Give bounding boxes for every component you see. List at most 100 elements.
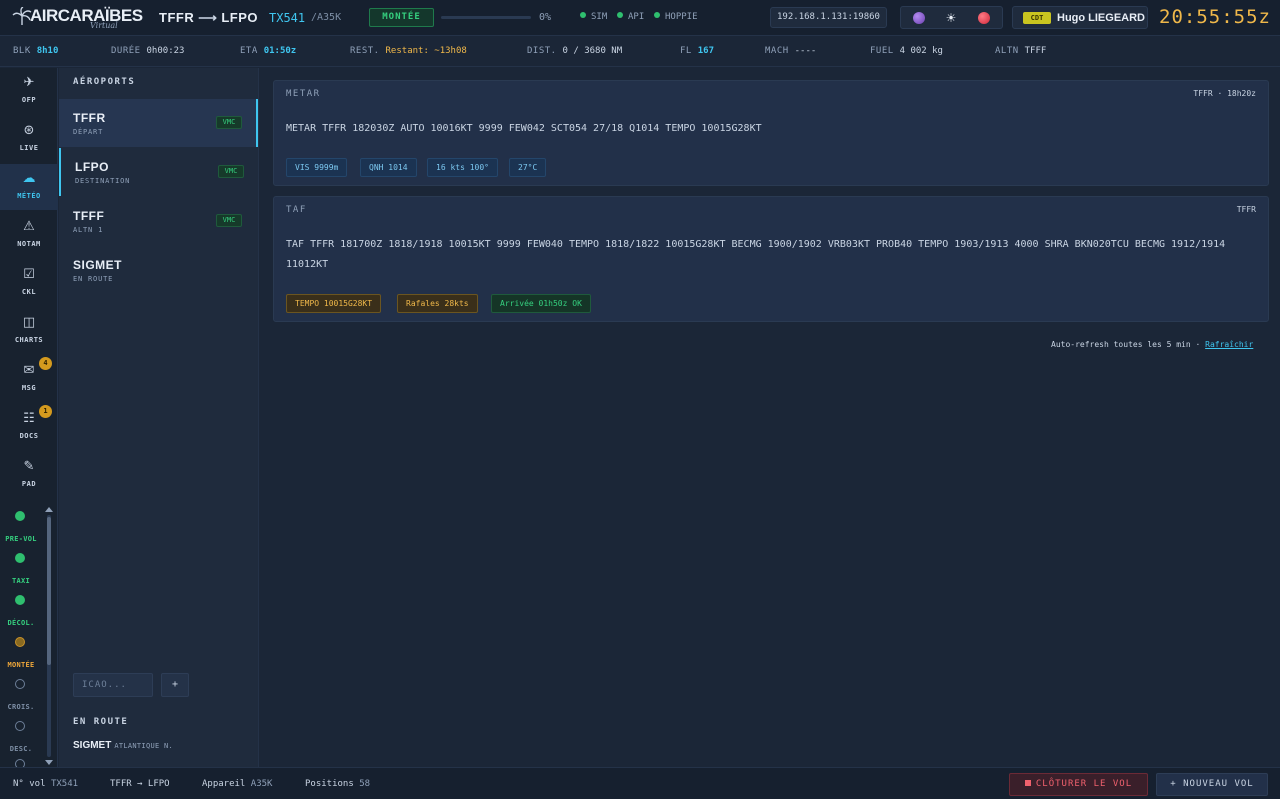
phase-label: TAXI bbox=[11, 577, 31, 585]
nav-meteo[interactable]: ☁ MÉTÉO bbox=[0, 164, 58, 210]
theme-orb-icon[interactable] bbox=[913, 12, 925, 24]
utc-clock: 20:55:55z bbox=[1159, 6, 1271, 28]
fuel-value: 4 002 kg bbox=[899, 46, 943, 56]
nav-messages-label: MSG bbox=[21, 384, 37, 392]
hoppie-status: HOPPIE bbox=[654, 12, 698, 22]
nav-charts[interactable]: ◫ CHARTS bbox=[0, 308, 58, 354]
metar-title: METAR bbox=[286, 89, 321, 99]
airport-code: SIGMET bbox=[73, 258, 123, 272]
brand-tag: Virtual bbox=[90, 21, 118, 30]
timeline-scrollbar[interactable] bbox=[44, 505, 54, 767]
flight-number-value: TX541 bbox=[50, 779, 79, 789]
phase-label: PRE-VOL bbox=[5, 535, 37, 543]
scroll-down-icon[interactable] bbox=[45, 760, 53, 765]
taf-meta: TFFR bbox=[1236, 205, 1256, 214]
main-navigation: ✈ OFP ⊛ LIVE ☁ MÉTÉO ⚠ NOTAM ☑ CKL ◫ CHA… bbox=[0, 68, 58, 767]
api-status-label: API bbox=[628, 12, 645, 22]
phase-dot-icon bbox=[15, 759, 25, 767]
icao-input[interactable] bbox=[73, 673, 153, 697]
airport-item-sigmet[interactable]: SIGMET EN ROUTE bbox=[59, 246, 258, 294]
palm-logo-icon bbox=[12, 7, 32, 25]
nav-charts-label: CHARTS bbox=[14, 336, 44, 344]
brightness-icon[interactable]: ☀ bbox=[945, 12, 957, 24]
blk-label: BLK bbox=[13, 46, 31, 56]
hoppie-status-label: HOPPIE bbox=[665, 12, 698, 22]
enroute-title: EN ROUTE bbox=[73, 717, 129, 727]
nav-docs[interactable]: ☷ 1 DOCS bbox=[0, 404, 58, 450]
fuel: FUEL 4 002 kg bbox=[870, 46, 943, 56]
airport-item-tffr[interactable]: TFFR DÉPART VMC bbox=[59, 99, 258, 147]
phase-label: MONTÉE bbox=[7, 661, 35, 669]
nav-docs-label: DOCS bbox=[19, 432, 39, 440]
phase-dot-icon bbox=[15, 553, 25, 563]
aircraft-type: /A35K bbox=[311, 12, 342, 23]
phase-label: DESC. bbox=[9, 745, 33, 753]
mach-label: MACH bbox=[765, 46, 789, 56]
live-icon: ⊛ bbox=[23, 123, 35, 138]
alternate-label: ALTN bbox=[995, 46, 1019, 56]
nav-ofp-label: OFP bbox=[21, 96, 37, 104]
api-status: API bbox=[617, 12, 644, 22]
new-flight-button[interactable]: + NOUVEAU VOL bbox=[1156, 773, 1268, 796]
flight-route: TFFR ⟶ LFPO bbox=[159, 10, 258, 26]
phase-dot-icon bbox=[15, 511, 25, 521]
enroute-sigmet-item[interactable]: SIGMET ATLANTIQUE N. bbox=[73, 740, 173, 751]
nav-notam[interactable]: ⚠ NOTAM bbox=[0, 212, 58, 258]
airport-code: LFPO bbox=[75, 160, 109, 174]
phase-dot-icon bbox=[15, 595, 25, 605]
phase-label: CROIS. bbox=[7, 703, 35, 711]
airport-item-lfpo[interactable]: LFPO DESTINATION VMC bbox=[59, 148, 258, 196]
nav-messages[interactable]: ✉ 4 MSG bbox=[0, 356, 58, 402]
sigmet-code: SIGMET bbox=[73, 740, 112, 751]
aircraft-label: Appareil bbox=[202, 779, 246, 789]
refresh-link[interactable]: Rafraîchir bbox=[1205, 340, 1253, 349]
nav-ofp[interactable]: ✈ OFP bbox=[0, 68, 58, 114]
record-icon[interactable] bbox=[978, 12, 990, 24]
phase-dot-icon bbox=[15, 637, 25, 647]
close-flight-button[interactable]: CLÔTURER LE VOL bbox=[1009, 773, 1148, 796]
nav-checklist[interactable]: ☑ CKL bbox=[0, 260, 58, 306]
scroll-up-icon[interactable] bbox=[45, 507, 53, 512]
flight-level-label: FL bbox=[680, 46, 692, 56]
airport-item-tfff[interactable]: TFFF ALTN 1 VMC bbox=[59, 197, 258, 245]
server-address[interactable]: 192.168.1.131:19860 bbox=[770, 7, 887, 28]
route-destination: LFPO bbox=[221, 10, 259, 25]
user-name: Hugo LIEGEARD bbox=[1057, 12, 1145, 24]
metar-chip-qnh: QNH 1014 bbox=[360, 158, 417, 177]
route-origin: TFFR bbox=[159, 10, 195, 25]
nav-live[interactable]: ⊛ LIVE bbox=[0, 116, 58, 162]
flight-progress-bar bbox=[441, 16, 531, 19]
taf-raw-text: TAF TFFR 181700Z 1818/1918 10015KT 9999 … bbox=[286, 239, 1226, 270]
taf-chip-tempo: TEMPO 10015G28KT bbox=[286, 294, 382, 313]
metar-chip-visibility: VIS 9999m bbox=[286, 158, 348, 177]
charts-icon: ◫ bbox=[22, 315, 36, 330]
top-bar: AIRCARAÏBES Virtual TFFR ⟶ LFPO TX541 /A35… bbox=[0, 0, 1280, 36]
add-airport-button[interactable]: + bbox=[161, 673, 189, 697]
vmc-badge: VMC bbox=[218, 165, 244, 178]
user-profile[interactable]: CDT Hugo LIEGEARD bbox=[1012, 6, 1148, 29]
checklist-icon: ☑ bbox=[23, 267, 35, 282]
auto-refresh-text: Auto-refresh toutes les 5 min · bbox=[1051, 340, 1201, 349]
duration: DURÉE 0h00:23 bbox=[111, 46, 184, 56]
phase-dot-icon bbox=[15, 721, 25, 731]
taf-card: TAF TFFR TAF TFFR 181700Z 1818/1918 1001… bbox=[273, 196, 1269, 322]
metar-chip-wind: 16 kts 100° bbox=[427, 158, 498, 177]
distance: DIST. 0 / 3680 NM bbox=[527, 46, 622, 56]
taf-chip-gusts: Rafales 28kts bbox=[397, 294, 478, 313]
eta: ETA 01:50z bbox=[240, 46, 296, 56]
aircraft-value: A35K bbox=[250, 779, 273, 789]
pencil-icon: ✎ bbox=[23, 459, 35, 474]
scroll-thumb[interactable] bbox=[47, 517, 51, 665]
route-arrow-icon: ⟶ bbox=[198, 10, 218, 25]
user-role-badge: CDT bbox=[1023, 12, 1051, 24]
duration-value: 0h00:23 bbox=[146, 46, 185, 56]
warning-icon: ⚠ bbox=[23, 219, 35, 234]
callsign: TX541 bbox=[269, 11, 306, 25]
nav-pad[interactable]: ✎ PAD bbox=[0, 452, 58, 498]
airport-role: ALTN 1 bbox=[73, 226, 104, 234]
quick-actions: ☀ bbox=[900, 6, 1003, 29]
flight-number-label: N° vol bbox=[13, 779, 46, 789]
eta-value: 01:50z bbox=[263, 46, 297, 56]
flight-info-bar: BLK 8h10 DURÉE 0h00:23 ETA 01:50z REST. … bbox=[0, 37, 1280, 67]
brand-name: AIRCARAÏBES bbox=[30, 6, 143, 25]
